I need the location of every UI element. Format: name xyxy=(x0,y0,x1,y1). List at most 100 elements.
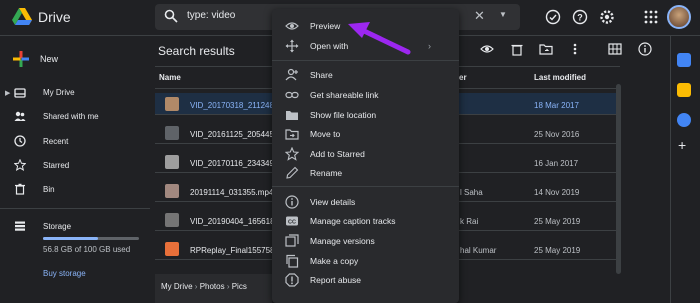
menu-item-get-link[interactable]: Get shareable link xyxy=(310,90,379,100)
preview-eye-icon[interactable] xyxy=(480,42,494,56)
storage-usage: 56.8 GB of 100 GB used xyxy=(43,245,131,254)
file-name: RPReplay_Final155758 xyxy=(190,246,275,255)
breadcrumb: My Drive › Photos › Pics xyxy=(161,282,247,291)
svg-text:?: ? xyxy=(577,13,583,23)
menu-item-preview[interactable]: Preview xyxy=(310,21,340,31)
file-modified: 16 Jan 2017 xyxy=(534,159,579,168)
link-icon xyxy=(285,88,299,102)
bin-icon xyxy=(14,183,26,195)
sidebar-item-label: Bin xyxy=(43,185,55,194)
video-thumbnail xyxy=(165,97,179,111)
my-drive-icon xyxy=(14,87,26,99)
tasks-icon[interactable] xyxy=(677,113,691,127)
menu-item-show-location[interactable]: Show file location xyxy=(310,110,376,120)
keep-icon[interactable] xyxy=(677,83,691,97)
drive-logo-icon[interactable] xyxy=(12,8,32,26)
cc-icon: CC xyxy=(285,214,299,228)
video-thumbnail xyxy=(165,126,179,140)
menu-item-make-copy[interactable]: Make a copy xyxy=(310,256,358,266)
video-thumbnail xyxy=(165,213,179,227)
app-name[interactable]: Drive xyxy=(38,9,71,25)
report-icon xyxy=(285,273,299,287)
file-modified: 25 May 2019 xyxy=(534,217,581,226)
folder-icon xyxy=(285,108,299,122)
offline-status-icon[interactable] xyxy=(545,9,561,25)
breadcrumb-item[interactable]: Photos xyxy=(200,282,225,291)
sidebar-item-label: Recent xyxy=(43,137,69,146)
menu-item-rename[interactable]: Rename xyxy=(310,168,342,178)
sidebar-divider xyxy=(0,208,150,209)
menu-item-caption-tracks[interactable]: Manage caption tracks xyxy=(310,216,396,226)
file-name: VID_20170318_211248 xyxy=(190,101,274,110)
settings-gear-icon[interactable] xyxy=(599,9,615,25)
sidebar-item-label: Starred xyxy=(43,161,70,170)
new-button-label: New xyxy=(40,54,59,64)
storage-bar-fill xyxy=(43,237,98,240)
help-icon[interactable]: ? xyxy=(572,9,588,25)
storage-label: Storage xyxy=(43,222,72,231)
column-header-modified[interactable]: Last modified xyxy=(534,73,586,82)
annotation-arrow-icon xyxy=(340,18,420,58)
chevron-right-icon: › xyxy=(428,41,431,51)
plus-icon xyxy=(12,50,30,73)
copy-icon xyxy=(285,254,299,268)
more-options-icon[interactable] xyxy=(568,42,582,56)
file-modified: 18 Mar 2017 xyxy=(534,101,579,110)
breadcrumb-item[interactable]: Pics xyxy=(232,282,247,291)
eye-icon xyxy=(285,19,299,33)
file-modified: 25 May 2019 xyxy=(534,246,581,255)
file-owner: hal Kumar xyxy=(460,246,497,255)
search-options-icon[interactable]: ▼ xyxy=(499,10,507,19)
pencil-icon xyxy=(285,166,299,180)
info-icon xyxy=(285,195,299,209)
buy-storage-link[interactable]: Buy storage xyxy=(43,269,86,278)
menu-divider xyxy=(272,60,459,61)
clock-icon xyxy=(14,135,26,147)
people-icon xyxy=(14,110,26,122)
column-header-name[interactable]: Name xyxy=(159,73,181,82)
search-icon[interactable] xyxy=(164,9,178,23)
scrollbar[interactable] xyxy=(616,84,621,274)
menu-item-share[interactable]: Share xyxy=(310,70,333,80)
file-name: VID_20161125_205445 xyxy=(190,130,274,139)
move-folder-icon[interactable] xyxy=(539,42,553,56)
delete-icon[interactable] xyxy=(510,42,524,56)
page-title: Search results xyxy=(158,44,235,58)
file-modified: 25 Nov 2016 xyxy=(534,130,580,139)
add-person-icon xyxy=(285,68,299,82)
move-arrows-icon xyxy=(285,39,299,53)
history-icon xyxy=(285,234,299,248)
search-input[interactable]: type: video xyxy=(187,10,235,21)
menu-item-add-starred[interactable]: Add to Starred xyxy=(310,149,365,159)
side-panel-rail xyxy=(670,36,700,303)
video-thumbnail xyxy=(165,155,179,169)
file-owner: k Rai xyxy=(460,217,479,226)
menu-divider xyxy=(272,186,459,187)
info-icon[interactable] xyxy=(638,42,652,56)
video-thumbnail xyxy=(165,184,179,198)
clear-search-icon[interactable]: ✕ xyxy=(474,8,485,24)
menu-item-manage-versions[interactable]: Manage versions xyxy=(310,236,375,246)
breadcrumb-item[interactable]: My Drive xyxy=(161,282,193,291)
file-modified: 14 Nov 2019 xyxy=(534,188,580,197)
file-name: VID_20190404_165618 xyxy=(190,217,275,226)
account-avatar[interactable] xyxy=(667,5,691,29)
add-addon-icon[interactable]: + xyxy=(678,137,686,153)
calendar-icon[interactable] xyxy=(677,53,691,67)
apps-grid-icon[interactable] xyxy=(643,9,659,25)
sidebar-item-label: Shared with me xyxy=(43,112,99,121)
file-owner: l Saha xyxy=(460,188,483,197)
move-folder-icon xyxy=(285,127,299,141)
menu-item-report-abuse[interactable]: Report abuse xyxy=(310,275,361,285)
menu-item-view-details[interactable]: View details xyxy=(310,197,355,207)
svg-text:CC: CC xyxy=(288,220,296,226)
star-icon xyxy=(284,146,300,161)
star-icon xyxy=(13,158,27,171)
sidebar-item-label: My Drive xyxy=(43,88,75,97)
video-thumbnail xyxy=(165,242,179,256)
column-header-owner[interactable]: er xyxy=(459,73,467,82)
menu-item-move-to[interactable]: Move to xyxy=(310,129,340,139)
storage-icon xyxy=(14,220,26,232)
grid-view-icon[interactable] xyxy=(608,42,622,56)
file-name: 20191114_031355.mp4 xyxy=(190,188,274,197)
